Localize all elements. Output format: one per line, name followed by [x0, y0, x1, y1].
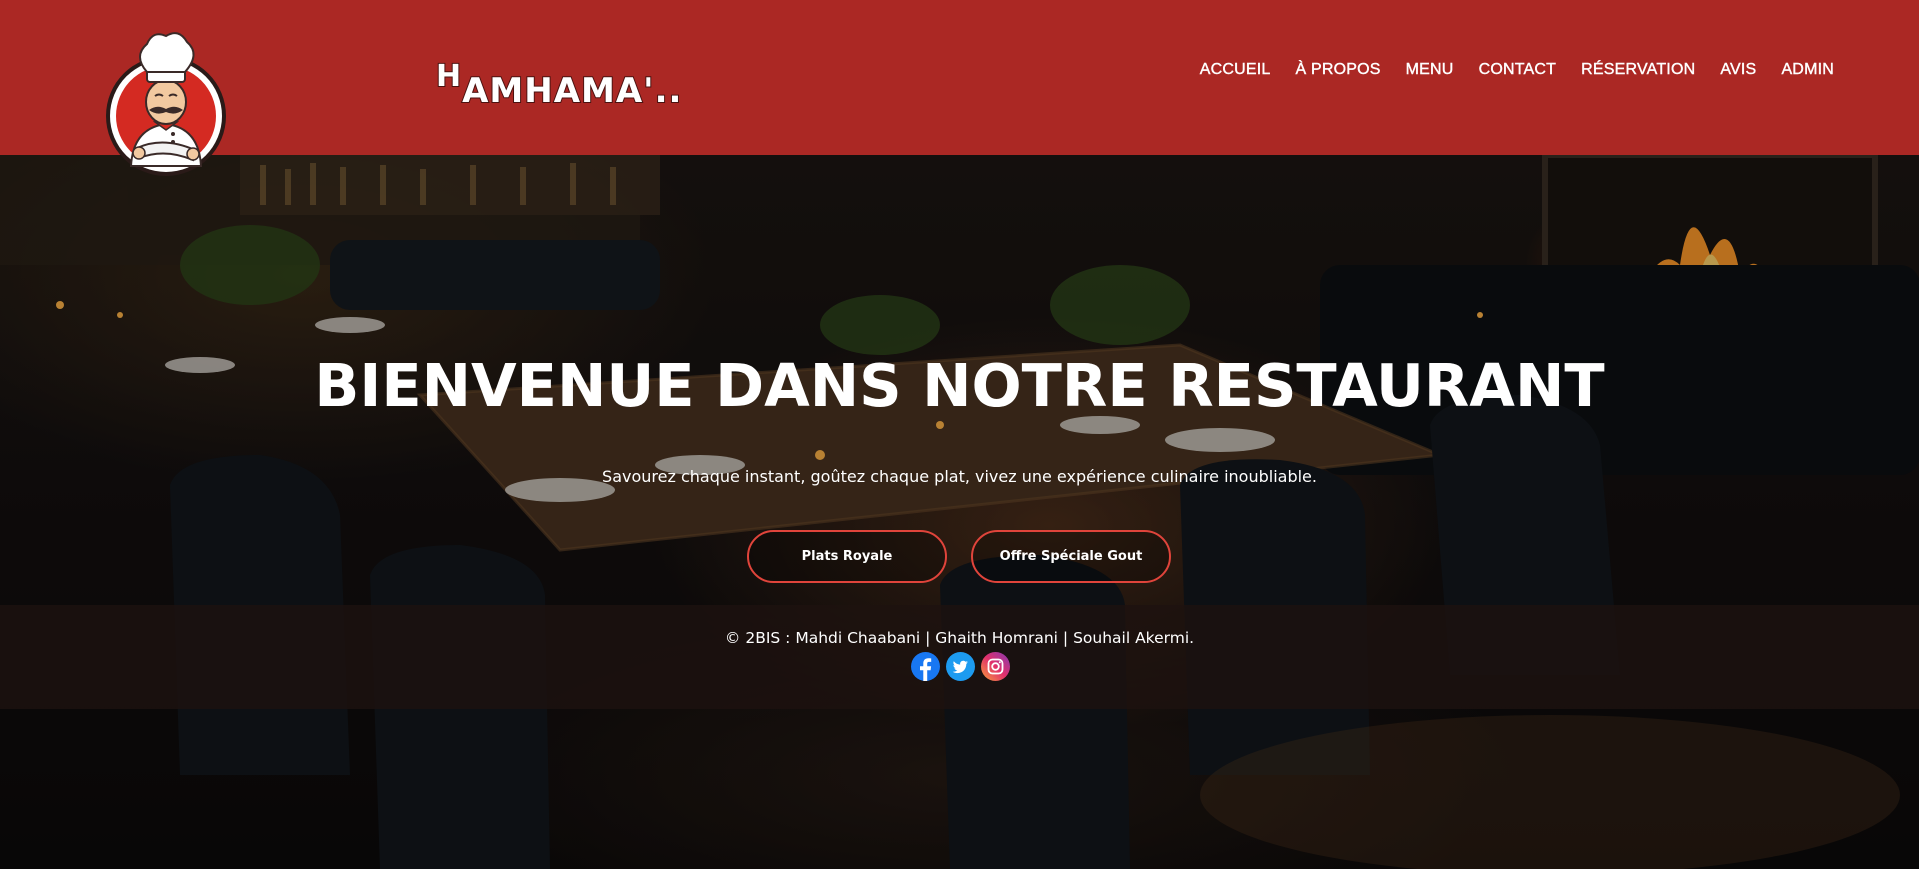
brand-initial: H — [435, 59, 463, 94]
nav-list: ACCUEIL À PROPOS MENU CONTACT RÉSERVATIO… — [1200, 58, 1834, 82]
instagram-icon[interactable] — [981, 652, 1010, 681]
plats-royale-button[interactable]: Plats Royale — [747, 530, 947, 583]
facebook-icon[interactable] — [911, 652, 940, 681]
chef-logo-icon[interactable] — [103, 26, 229, 178]
social-links — [911, 652, 1010, 681]
nav-item-menu: MENU — [1405, 58, 1453, 82]
site-footer: © 2BIS : Mahdi Chaabani | Ghaith Homrani… — [0, 605, 1919, 709]
nav-item-avis: AVIS — [1720, 58, 1756, 82]
nav-item-a-propos: À PROPOS — [1295, 58, 1380, 82]
nav-link-admin[interactable]: ADMIN — [1781, 58, 1834, 82]
hero-button-group: Plats Royale Offre Spéciale Gout — [747, 530, 1171, 583]
nav-link-accueil[interactable]: ACCUEIL — [1200, 58, 1271, 82]
nav-item-contact: CONTACT — [1478, 58, 1556, 82]
chef-mascot-graphic — [106, 32, 226, 176]
facebook-glyph — [920, 658, 932, 681]
nav-link-a-propos[interactable]: À PROPOS — [1295, 58, 1380, 82]
twitter-glyph — [952, 660, 968, 674]
hero-title: BIENVENUE DANS NOTRE RESTAURANT — [314, 351, 1605, 420]
brand-name[interactable]: H AMHAMA'.. — [435, 59, 683, 112]
offre-speciale-button[interactable]: Offre Spéciale Gout — [971, 530, 1171, 583]
copyright-text: © 2BIS : Mahdi Chaabani | Ghaith Homrani… — [724, 629, 1195, 647]
twitter-icon[interactable] — [946, 652, 975, 681]
nav-link-reservation[interactable]: RÉSERVATION — [1581, 58, 1695, 82]
brand-text: AMHAMA'.. — [461, 71, 683, 111]
site-header: H AMHAMA'.. ACCUEIL À PROPOS MENU CONTAC… — [0, 0, 1919, 155]
nav-link-menu[interactable]: MENU — [1405, 58, 1453, 82]
instagram-glyph — [987, 658, 1004, 675]
hero-dark-overlay — [0, 155, 1919, 869]
hero-subtitle: Savourez chaque instant, goûtez chaque p… — [602, 467, 1317, 486]
hero-section: BIENVENUE DANS NOTRE RESTAURANT Savourez… — [0, 155, 1919, 869]
nav-item-admin: ADMIN — [1781, 58, 1834, 82]
nav-item-accueil: ACCUEIL — [1200, 58, 1271, 82]
nav-link-contact[interactable]: CONTACT — [1478, 58, 1556, 82]
nav-link-avis[interactable]: AVIS — [1720, 58, 1756, 82]
nav-item-reservation: RÉSERVATION — [1581, 58, 1695, 82]
